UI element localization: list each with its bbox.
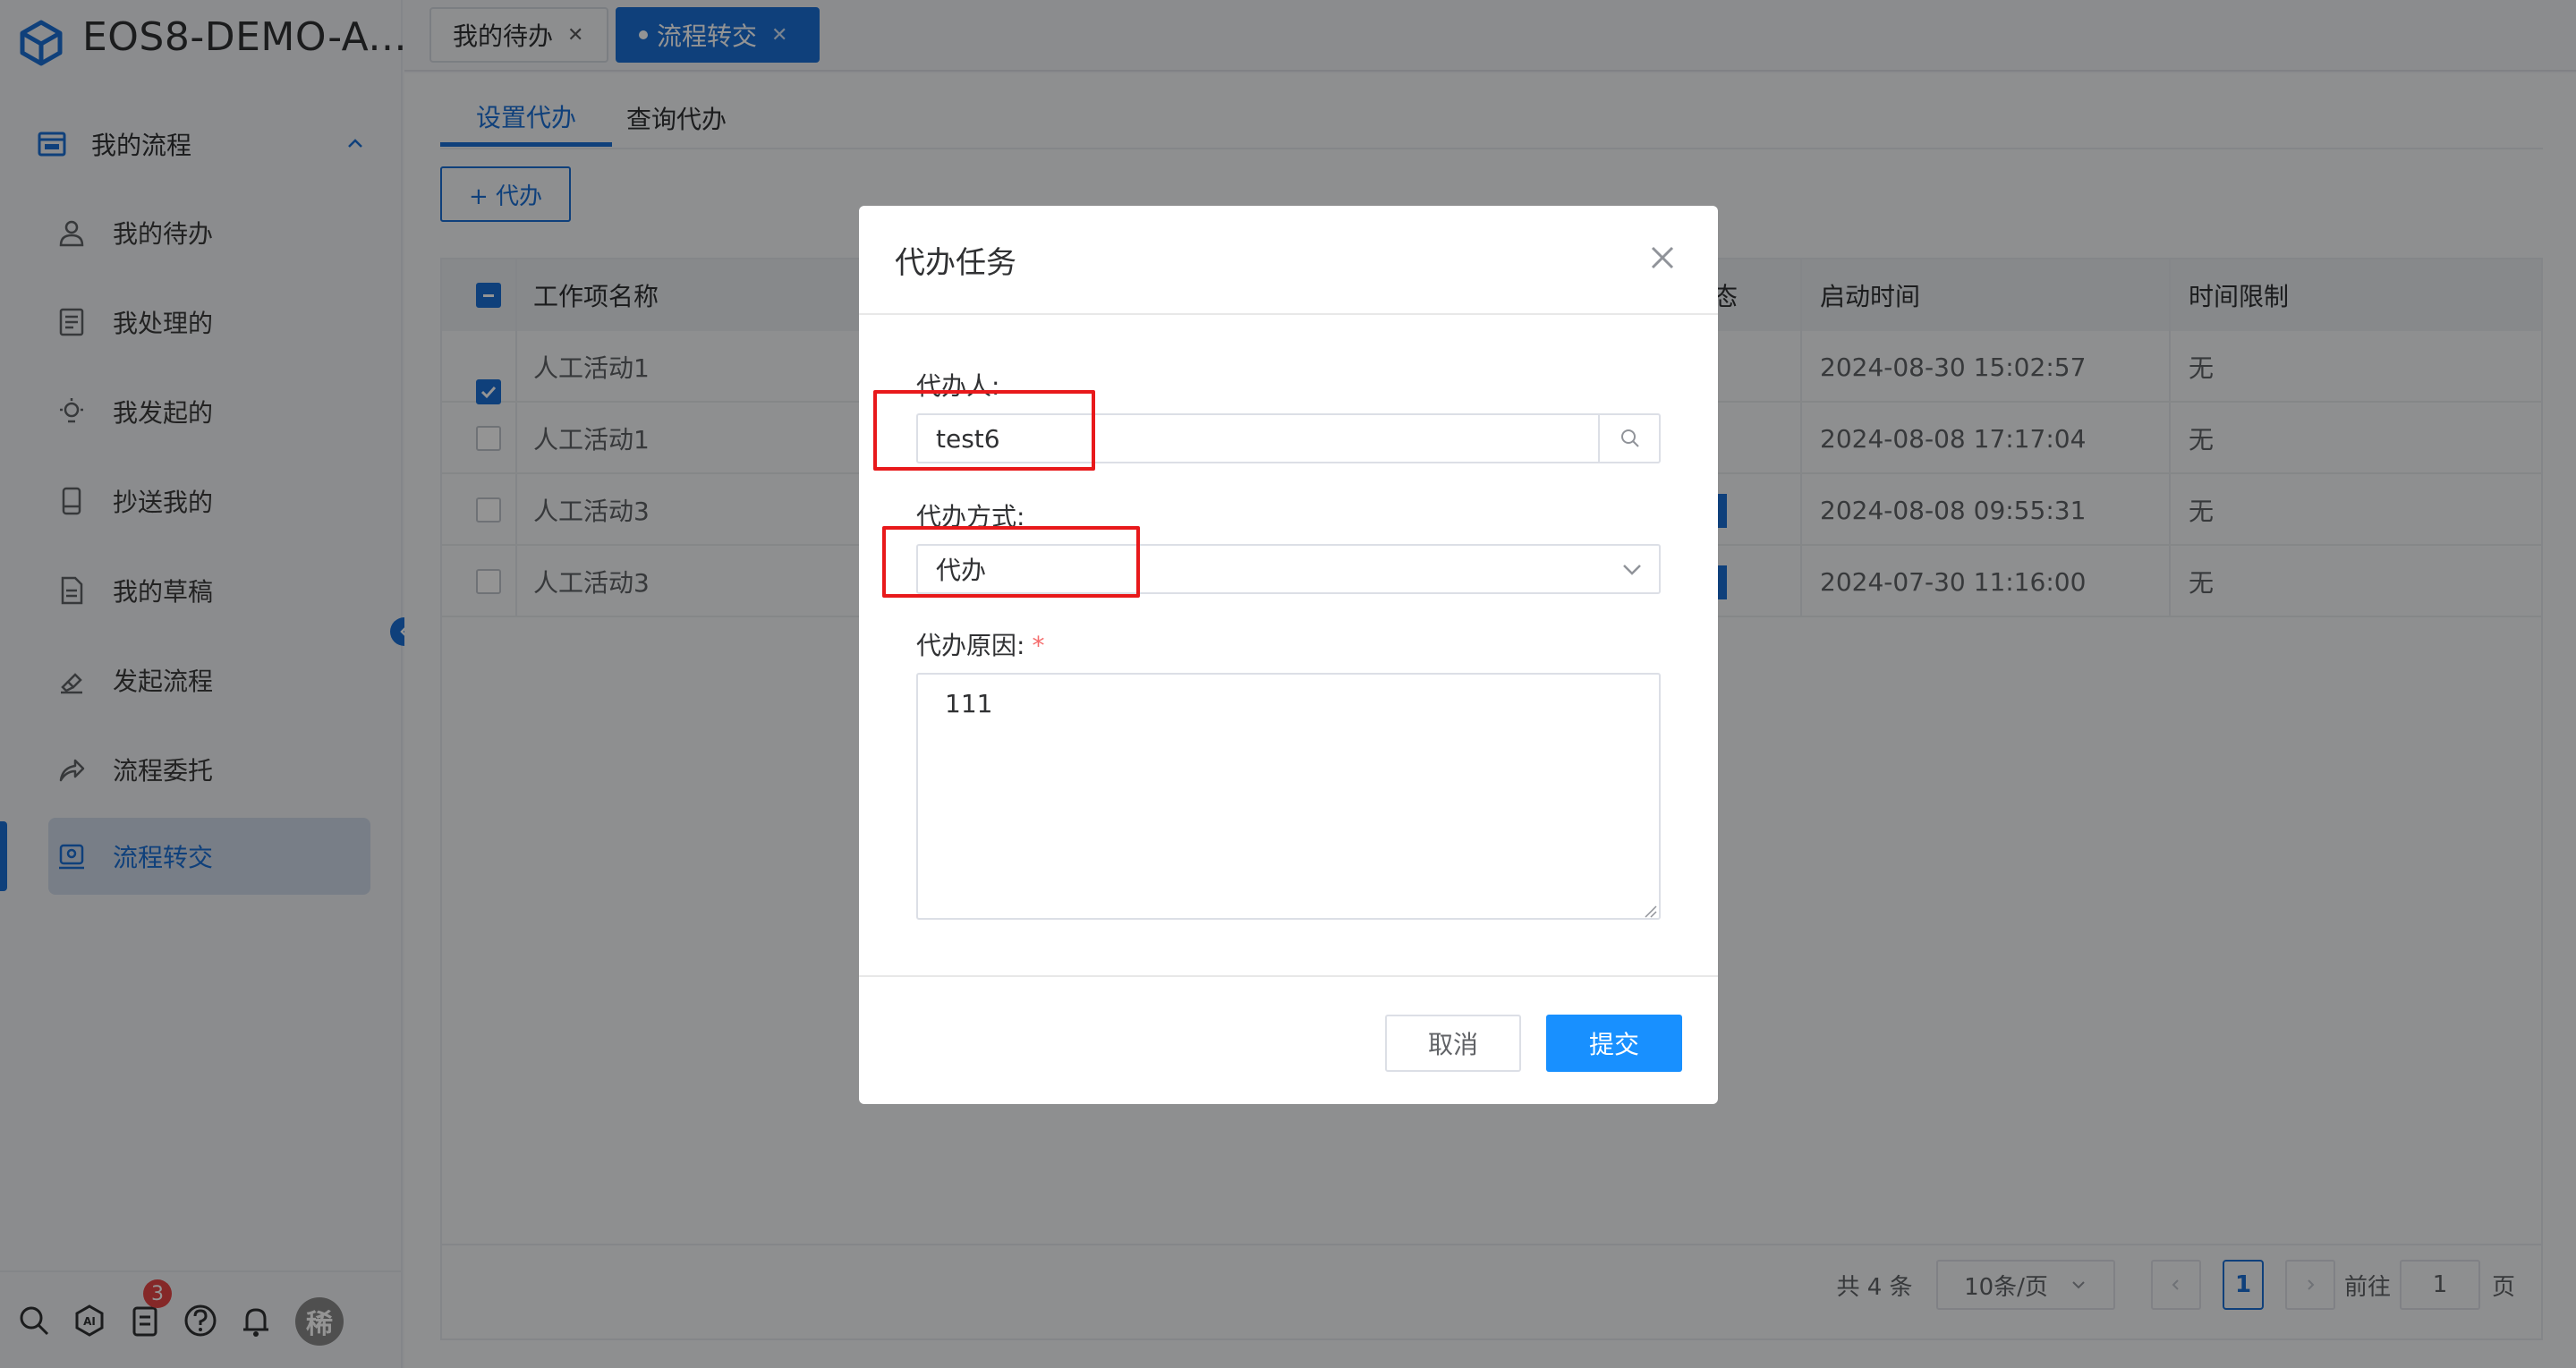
chevron-down-icon: [1623, 565, 1641, 575]
dialog-title: 代办任务: [895, 245, 1016, 281]
annotation-highlight-mode: [882, 526, 1140, 598]
submit-button[interactable]: 提交: [1546, 1015, 1682, 1072]
reason-label: 代办原因: *: [916, 626, 1044, 662]
close-icon[interactable]: [1645, 240, 1680, 276]
dialog-divider: [859, 975, 1718, 977]
search-icon: [1621, 429, 1639, 447]
agent-search-button[interactable]: [1598, 413, 1661, 463]
reason-textarea[interactable]: 111: [916, 673, 1661, 920]
annotation-highlight-agent: [873, 390, 1095, 471]
dialog-divider: [859, 313, 1718, 315]
required-marker: *: [1032, 631, 1045, 660]
cancel-button[interactable]: 取消: [1385, 1015, 1521, 1072]
reason-label-text: 代办原因:: [916, 631, 1025, 660]
resize-grip-icon[interactable]: [1643, 904, 1657, 918]
